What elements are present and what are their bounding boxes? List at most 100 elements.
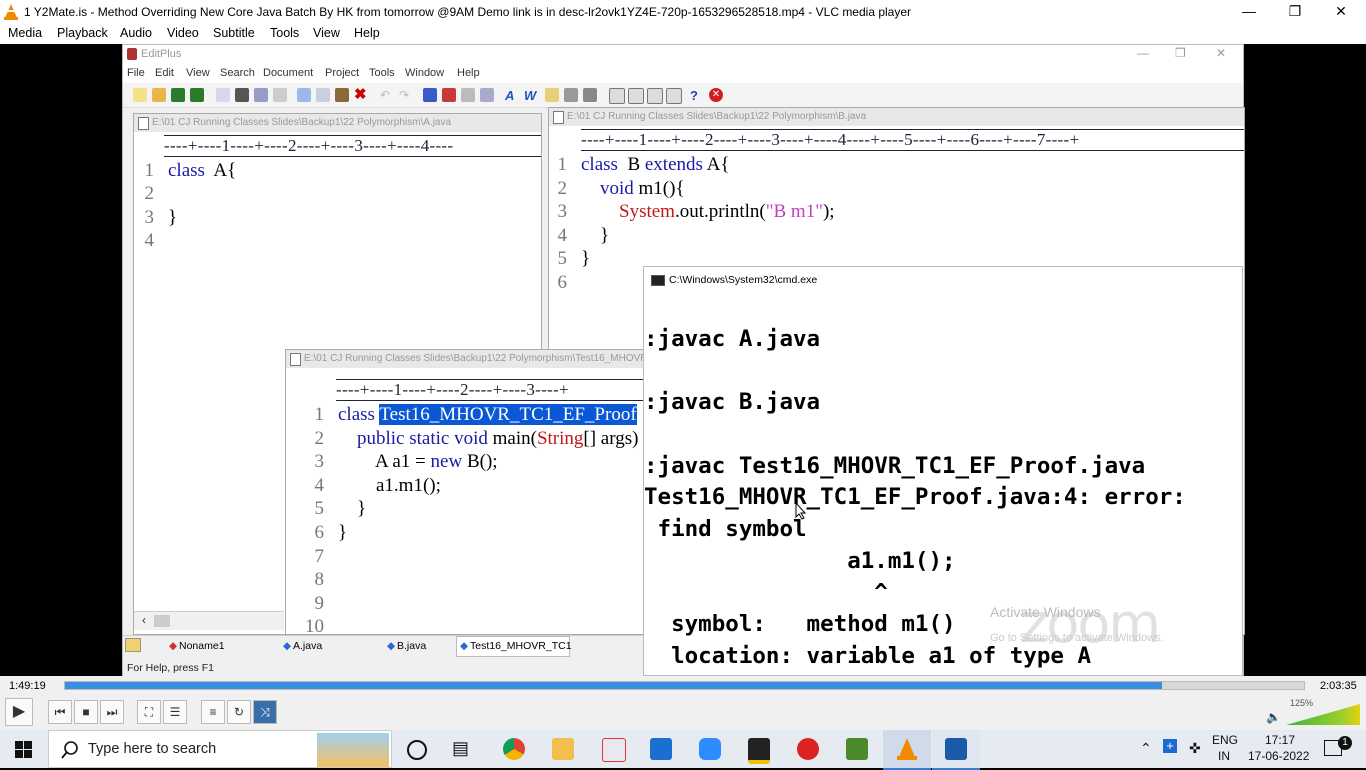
- find-in-files-icon: [461, 88, 475, 102]
- clock-time[interactable]: 17:17: [1265, 733, 1295, 747]
- video-area[interactable]: EditPlus — ❐ ✕ File Edit View Search Doc…: [0, 44, 1366, 676]
- editplus-title-bar: EditPlus — ❐ ✕: [123, 45, 1243, 65]
- editplus-taskbar-icon[interactable]: [846, 738, 868, 760]
- menu-audio[interactable]: Audio: [120, 26, 152, 40]
- next-button[interactable]: ⏭: [100, 700, 124, 724]
- keyword-token: class: [168, 160, 205, 181]
- code-token: A{: [702, 154, 730, 175]
- clock-date: 17-06-2022: [1248, 749, 1310, 763]
- cmd-icon: [651, 275, 665, 286]
- keyword-token: new: [430, 451, 463, 473]
- seek-track[interactable]: [64, 681, 1305, 690]
- notification-badge: 1: [1338, 736, 1352, 750]
- menu-subtitle[interactable]: Subtitle: [213, 26, 255, 40]
- keyword-token: extends: [644, 154, 703, 175]
- playlist-button[interactable]: ≡: [201, 700, 225, 724]
- code-line[interactable]: class B extends A{: [581, 154, 729, 176]
- volume-slider[interactable]: [1286, 704, 1362, 726]
- menu-media[interactable]: Media: [8, 26, 42, 40]
- close-button[interactable]: ✕: [1318, 0, 1364, 24]
- code-line[interactable]: }: [338, 522, 347, 544]
- doc-a-ruler: ----+----1----+----2----+----3----+----4…: [164, 135, 541, 157]
- code-line[interactable]: a1.m1();: [338, 475, 441, 497]
- code-line[interactable]: }: [338, 498, 366, 520]
- chevron-up-icon[interactable]: ⌃: [1140, 740, 1152, 757]
- extended-settings-button[interactable]: ☰: [163, 700, 187, 724]
- vlc-cone-icon: [4, 4, 18, 20]
- menu-playback[interactable]: Playback: [57, 26, 108, 40]
- task-view-icon[interactable]: ▤: [452, 738, 469, 759]
- scroll-thumb[interactable]: [154, 615, 170, 627]
- minimize-button[interactable]: —: [1226, 0, 1272, 24]
- document-icon: [290, 353, 301, 366]
- code-line[interactable]: }: [168, 207, 177, 229]
- wifi-icon[interactable]: ✜: [1189, 740, 1201, 757]
- zoom-app-icon[interactable]: [699, 738, 721, 760]
- windows-taskbar: Type here to search ▤ ⌃ + ✜ ENG IN 17:17…: [0, 730, 1366, 770]
- close-doc-icon: ✕: [709, 88, 723, 102]
- volume-icon[interactable]: 🔈: [1266, 710, 1281, 724]
- keyword-token: class: [338, 404, 375, 425]
- keyword-token: public static void: [357, 427, 488, 449]
- vlc-title-bar: 1 Y2Mate.is - Method Overriding New Core…: [0, 0, 1366, 24]
- code-line[interactable]: }: [581, 248, 590, 270]
- snipping-tool-icon[interactable]: [602, 738, 626, 762]
- doc-b-path: E:\01 CJ Running Classes Slides\Backup1\…: [567, 111, 867, 122]
- open-folder-icon: [152, 88, 166, 102]
- chrome-icon[interactable]: [503, 738, 525, 760]
- selected-text: Test16_MHOVR_TC1_EF_Proof: [379, 404, 637, 425]
- windows-start-icon[interactable]: [15, 741, 32, 758]
- code-line[interactable]: System.out.println("B m1");: [581, 201, 835, 223]
- fullscreen-button[interactable]: ⛶: [137, 700, 161, 724]
- document-icon: [553, 111, 564, 124]
- doc-test-titlebar: E:\01 CJ Running Classes Slides\Backup1\…: [286, 350, 644, 368]
- code-line[interactable]: void m1(){: [581, 178, 685, 200]
- code-token: }: [581, 224, 610, 246]
- vlc-taskbar-icon: [897, 738, 917, 760]
- taskbar-search-box[interactable]: Type here to search: [48, 730, 392, 768]
- zoom-watermark: zoom: [1020, 592, 1161, 655]
- editplus-doc-tabs: ◆ Noname1 ◆ A.java ◆ B.java ◆ Test16_MHO…: [123, 635, 643, 657]
- save-icon: [171, 88, 185, 102]
- ep-menu-project: Project: [325, 67, 360, 79]
- code-line[interactable]: A a1 = new B();: [338, 451, 498, 473]
- code-token: main(: [487, 427, 537, 449]
- restore-button[interactable]: ❐: [1272, 0, 1318, 24]
- line-number: 4: [557, 224, 568, 246]
- microsoft-store-icon[interactable]: [650, 738, 672, 760]
- cortana-icon[interactable]: [407, 740, 427, 760]
- language-indicator[interactable]: ENG: [1212, 733, 1238, 747]
- print-icon: [235, 88, 249, 102]
- code-line[interactable]: class A{: [168, 160, 236, 182]
- activate-windows-text: Activate Windows: [990, 604, 1101, 620]
- menu-help[interactable]: Help: [354, 26, 380, 40]
- ep-menu-file: File: [127, 67, 145, 79]
- sticky-notes-icon[interactable]: [748, 738, 770, 764]
- vlc-menu-bar: Media Playback Audio Video Subtitle Tool…: [0, 24, 1366, 44]
- menu-tools[interactable]: Tools: [270, 26, 299, 40]
- file-explorer-icon[interactable]: [552, 738, 574, 760]
- stop-button[interactable]: ■: [74, 700, 98, 724]
- previous-button[interactable]: ⏮: [48, 700, 72, 724]
- doc-a-hscroll[interactable]: ‹: [134, 611, 284, 630]
- editplus-toolbar: ✖ ↶ ↷ A W ? ✕: [123, 83, 1243, 108]
- scroll-left-icon[interactable]: ‹: [142, 613, 146, 627]
- screen-recorder-icon[interactable]: [797, 738, 819, 760]
- play-button[interactable]: ▶: [5, 698, 33, 726]
- cmd-line: find symbol: [644, 516, 807, 542]
- line-number: 5: [557, 248, 568, 270]
- random-button[interactable]: ⤨: [253, 700, 277, 724]
- add-icon[interactable]: +: [1163, 739, 1177, 753]
- seek-bar[interactable]: 1:49:19 2:03:35: [0, 676, 1366, 696]
- code-line[interactable]: }: [581, 225, 609, 247]
- code-line[interactable]: public static void main(String[] args): [338, 428, 638, 450]
- menu-video[interactable]: Video: [167, 26, 199, 40]
- menu-view[interactable]: View: [313, 26, 340, 40]
- code-line[interactable]: class Test16_MHOVR_TC1_EF_Proof: [338, 404, 637, 426]
- ep-menu-window: Window: [405, 67, 445, 79]
- indent-icon: [545, 88, 559, 102]
- cmd-line: :javac Test16_MHOVR_TC1_EF_Proof.java: [644, 453, 1146, 479]
- loop-button[interactable]: ↻: [227, 700, 251, 724]
- code-token: }: [338, 498, 367, 520]
